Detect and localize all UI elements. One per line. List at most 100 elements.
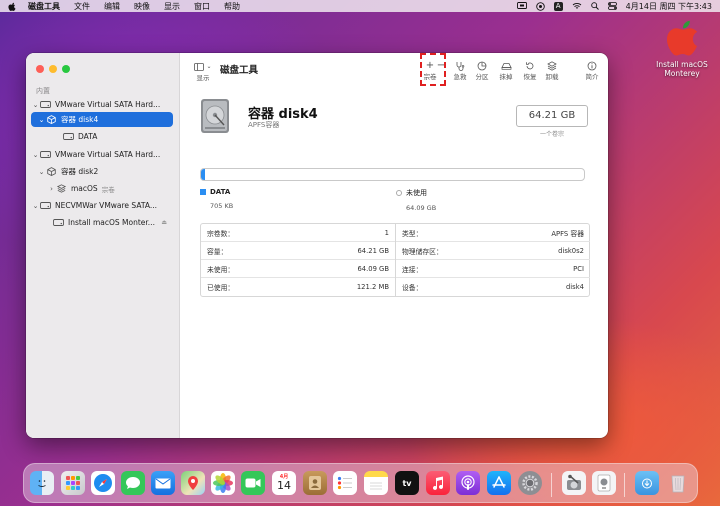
partition-button[interactable]: 分区 <box>471 60 493 81</box>
installer-doc-icon[interactable] <box>592 471 616 495</box>
legend-data-value: 705 KB <box>210 202 234 210</box>
menu-edit[interactable]: 编辑 <box>104 1 120 12</box>
mail-icon[interactable] <box>151 471 175 495</box>
messages-icon[interactable] <box>121 471 145 495</box>
sidebar-section-internal: 内置 <box>36 87 50 95</box>
sidebar-item-container-disk4[interactable]: ⌄ 容器 disk4 <box>31 112 173 127</box>
disclosure-chevron-icon[interactable]: ⌄ <box>31 202 40 210</box>
sidebar-item-label: macOS <box>71 184 98 193</box>
erase-button[interactable]: 抹掉 <box>495 60 517 81</box>
menubar-clock[interactable]: 4月14日 周四 下午3:43 <box>626 1 712 12</box>
podcasts-icon[interactable] <box>456 471 480 495</box>
container-cube-icon <box>46 115 57 125</box>
apple-tv-icon[interactable]: tv <box>395 471 419 495</box>
menu-file[interactable]: 文件 <box>74 1 90 12</box>
main-pane: ⌄ 显示 磁盘工具 + 宗卷 − 急救 分区 抹掉 恢复 卸载 简介 容器 di… <box>180 53 608 438</box>
legend-free: 未使用 64.09 GB <box>396 188 436 212</box>
window-title: 磁盘工具 <box>220 65 259 76</box>
notes-icon[interactable] <box>364 471 388 495</box>
music-icon[interactable] <box>426 471 450 495</box>
sidebar-toggle-button[interactable]: ⌄ 显示 <box>192 61 214 82</box>
launchpad-icon[interactable] <box>61 471 85 495</box>
sidebar-item-label: NECVMWar VMware SATA... <box>55 201 158 210</box>
installer-app-icon <box>664 18 700 58</box>
facetime-icon[interactable] <box>241 471 265 495</box>
reminders-icon[interactable] <box>333 471 357 495</box>
sidebar-item-necvmwar-disk[interactable]: ⌄ NECVMWar VMware SATA... <box>31 198 173 213</box>
chevron-down-icon: ⌄ <box>206 63 212 70</box>
menu-bar: 磁盘工具 文件 编辑 映像 显示 窗口 帮助 A 4月14日 周四 下午3:43 <box>0 0 720 12</box>
first-aid-button[interactable]: 急救 <box>449 60 471 81</box>
input-source-icon[interactable]: A <box>553 1 563 11</box>
first-aid-highlight <box>420 53 446 86</box>
pie-partition-icon <box>471 60 493 71</box>
info-button[interactable]: 简介 <box>581 60 603 81</box>
menu-window[interactable]: 窗口 <box>194 1 210 12</box>
sidebar-item-data-volume[interactable]: DATA <box>31 129 173 144</box>
menu-image[interactable]: 映像 <box>134 1 150 12</box>
disk-type: APFS容器 <box>248 121 280 129</box>
disk-utility-dock-icon[interactable] <box>562 471 586 495</box>
info-row-capacity: 容量： 64.21 GB <box>201 242 395 260</box>
restore-arrow-icon <box>519 60 541 71</box>
app-store-icon[interactable] <box>487 471 511 495</box>
info-table-left: 宗卷数： 1 容量： 64.21 GB 未使用： 64.09 GB 已使用： 121.2… <box>201 224 396 296</box>
sidebar-item-container-disk2[interactable]: ⌄ 容器 disk2 <box>31 164 173 179</box>
calendar-icon[interactable]: 4月 14 <box>272 471 296 495</box>
screenshot-icon[interactable] <box>535 1 545 11</box>
search-icon[interactable] <box>590 2 599 10</box>
sidebar-item-macos-volume[interactable]: › macOS 宗卷 <box>31 181 173 196</box>
stethoscope-icon <box>449 60 471 71</box>
sidebar-item-install-macos-volume[interactable]: Install macOS Monter... ⏏ <box>31 215 173 230</box>
sidebar-item-label: DATA <box>78 132 98 141</box>
system-preferences-icon[interactable] <box>518 471 542 495</box>
info-row-type: 类型： APFS 容器 <box>396 224 590 242</box>
wifi-icon[interactable] <box>572 2 582 10</box>
sidebar-item-label: VMware Virtual SATA Hard... <box>55 150 161 159</box>
contacts-icon[interactable] <box>303 471 327 495</box>
apple-menu-icon[interactable] <box>8 1 18 11</box>
sidebar-item-vmware-disk-2[interactable]: ⌄ VMware Virtual SATA Hard... <box>31 147 173 162</box>
menu-help[interactable]: 帮助 <box>224 1 240 12</box>
legend-data: DATA 705 KB <box>200 188 233 210</box>
disclosure-chevron-icon[interactable]: ⌄ <box>37 168 46 176</box>
close-button[interactable] <box>36 65 44 73</box>
safari-icon[interactable] <box>91 471 115 495</box>
window-controls <box>36 65 75 73</box>
photos-icon[interactable] <box>211 471 235 495</box>
restore-button[interactable]: 恢复 <box>519 60 541 81</box>
zoom-button[interactable] <box>62 65 70 73</box>
menu-view[interactable]: 显示 <box>164 1 180 12</box>
desktop-icon-install-macos[interactable]: Install macOS Monterey <box>650 18 714 78</box>
apple-tv-label: tv <box>402 478 412 488</box>
disclosure-chevron-icon[interactable]: ⌄ <box>31 151 40 159</box>
disclosure-chevron-icon[interactable]: ⌄ <box>31 101 40 109</box>
info-row-volumes: 宗卷数： 1 <box>201 224 395 242</box>
volume-drive-icon <box>63 132 74 142</box>
info-icon <box>581 60 603 71</box>
toolbar-unmount-label: 卸载 <box>545 73 559 81</box>
screen-mirror-icon[interactable] <box>516 2 527 10</box>
usage-bar <box>200 168 585 181</box>
sidebar-item-label: Install macOS Monter... <box>68 218 155 227</box>
unmount-button[interactable]: 卸载 <box>541 60 563 81</box>
container-cube-icon <box>46 167 57 177</box>
minimize-button[interactable] <box>49 65 57 73</box>
menu-app-name[interactable]: 磁盘工具 <box>28 1 60 12</box>
trash-icon[interactable] <box>666 471 690 495</box>
hard-drive-icon <box>40 150 51 160</box>
sidebar-item-sublabel: 宗卷 <box>101 185 115 194</box>
info-row-unused: 未使用： 64.09 GB <box>201 260 395 278</box>
maps-icon[interactable] <box>181 471 205 495</box>
disclosure-chevron-right-icon[interactable]: › <box>47 185 56 193</box>
control-center-icon[interactable] <box>607 2 617 10</box>
finder-icon[interactable] <box>30 471 54 495</box>
downloads-folder-icon[interactable] <box>635 471 659 495</box>
disk-size-badge: 64.21 GB <box>516 105 588 127</box>
sidebar-item-vmware-disk-1[interactable]: ⌄ VMware Virtual SATA Hard... <box>31 97 173 112</box>
disclosure-chevron-icon[interactable]: ⌄ <box>37 116 46 124</box>
volume-stack-icon <box>56 184 67 194</box>
dock-separator <box>551 473 552 497</box>
eject-icon[interactable]: ⏏ <box>161 219 167 226</box>
calendar-day: 14 <box>277 479 291 492</box>
